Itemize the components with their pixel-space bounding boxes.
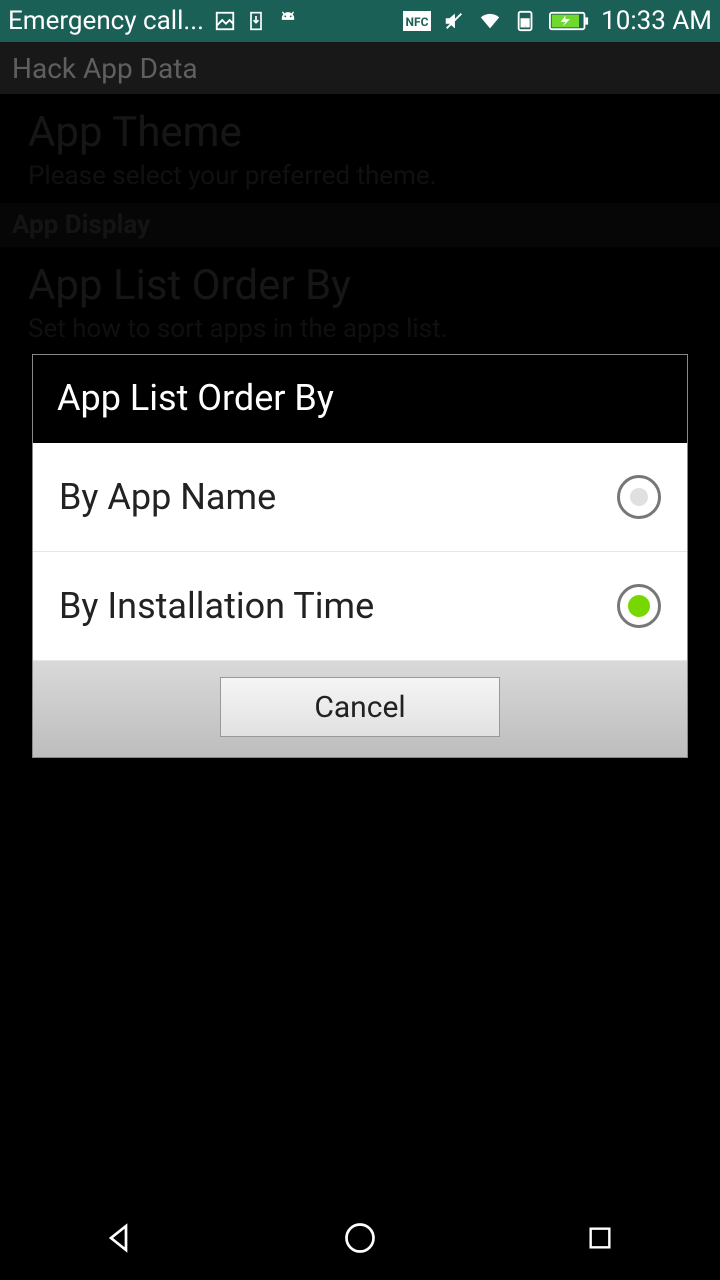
option-label: By Installation Time — [59, 585, 374, 627]
svg-text:NFC: NFC — [406, 15, 429, 29]
option-by-installation-time[interactable]: By Installation Time — [33, 552, 687, 661]
nfc-icon: NFC — [403, 11, 431, 31]
download-icon — [246, 10, 266, 32]
nav-back-button[interactable] — [60, 1208, 180, 1268]
radio-icon — [617, 584, 661, 628]
dialog-footer: Cancel — [33, 661, 687, 757]
order-by-dialog: App List Order By By App Name By Install… — [32, 354, 688, 758]
navigation-bar — [0, 1196, 720, 1280]
image-icon — [214, 10, 236, 32]
android-icon — [276, 10, 300, 32]
svg-text:!: ! — [524, 20, 526, 30]
option-label: By App Name — [59, 476, 276, 518]
nav-home-button[interactable] — [300, 1208, 420, 1268]
dialog-title: App List Order By — [33, 355, 687, 443]
mute-icon — [443, 10, 465, 32]
cancel-label: Cancel — [314, 690, 405, 725]
nav-recent-button[interactable] — [540, 1208, 660, 1268]
cancel-button[interactable]: Cancel — [220, 677, 500, 737]
status-time: 10:33 AM — [601, 6, 712, 36]
radio-icon — [617, 475, 661, 519]
status-carrier-text: Emergency call... — [8, 6, 204, 36]
option-by-app-name[interactable]: By App Name — [33, 443, 687, 552]
battery-icon — [549, 11, 589, 31]
wifi-icon — [477, 10, 503, 32]
status-left: Emergency call... — [8, 6, 300, 36]
status-bar: Emergency call... NFC ! 10:33 AM — [0, 0, 720, 42]
sim-icon: ! — [515, 10, 537, 32]
status-right: NFC ! 10:33 AM — [403, 6, 712, 36]
